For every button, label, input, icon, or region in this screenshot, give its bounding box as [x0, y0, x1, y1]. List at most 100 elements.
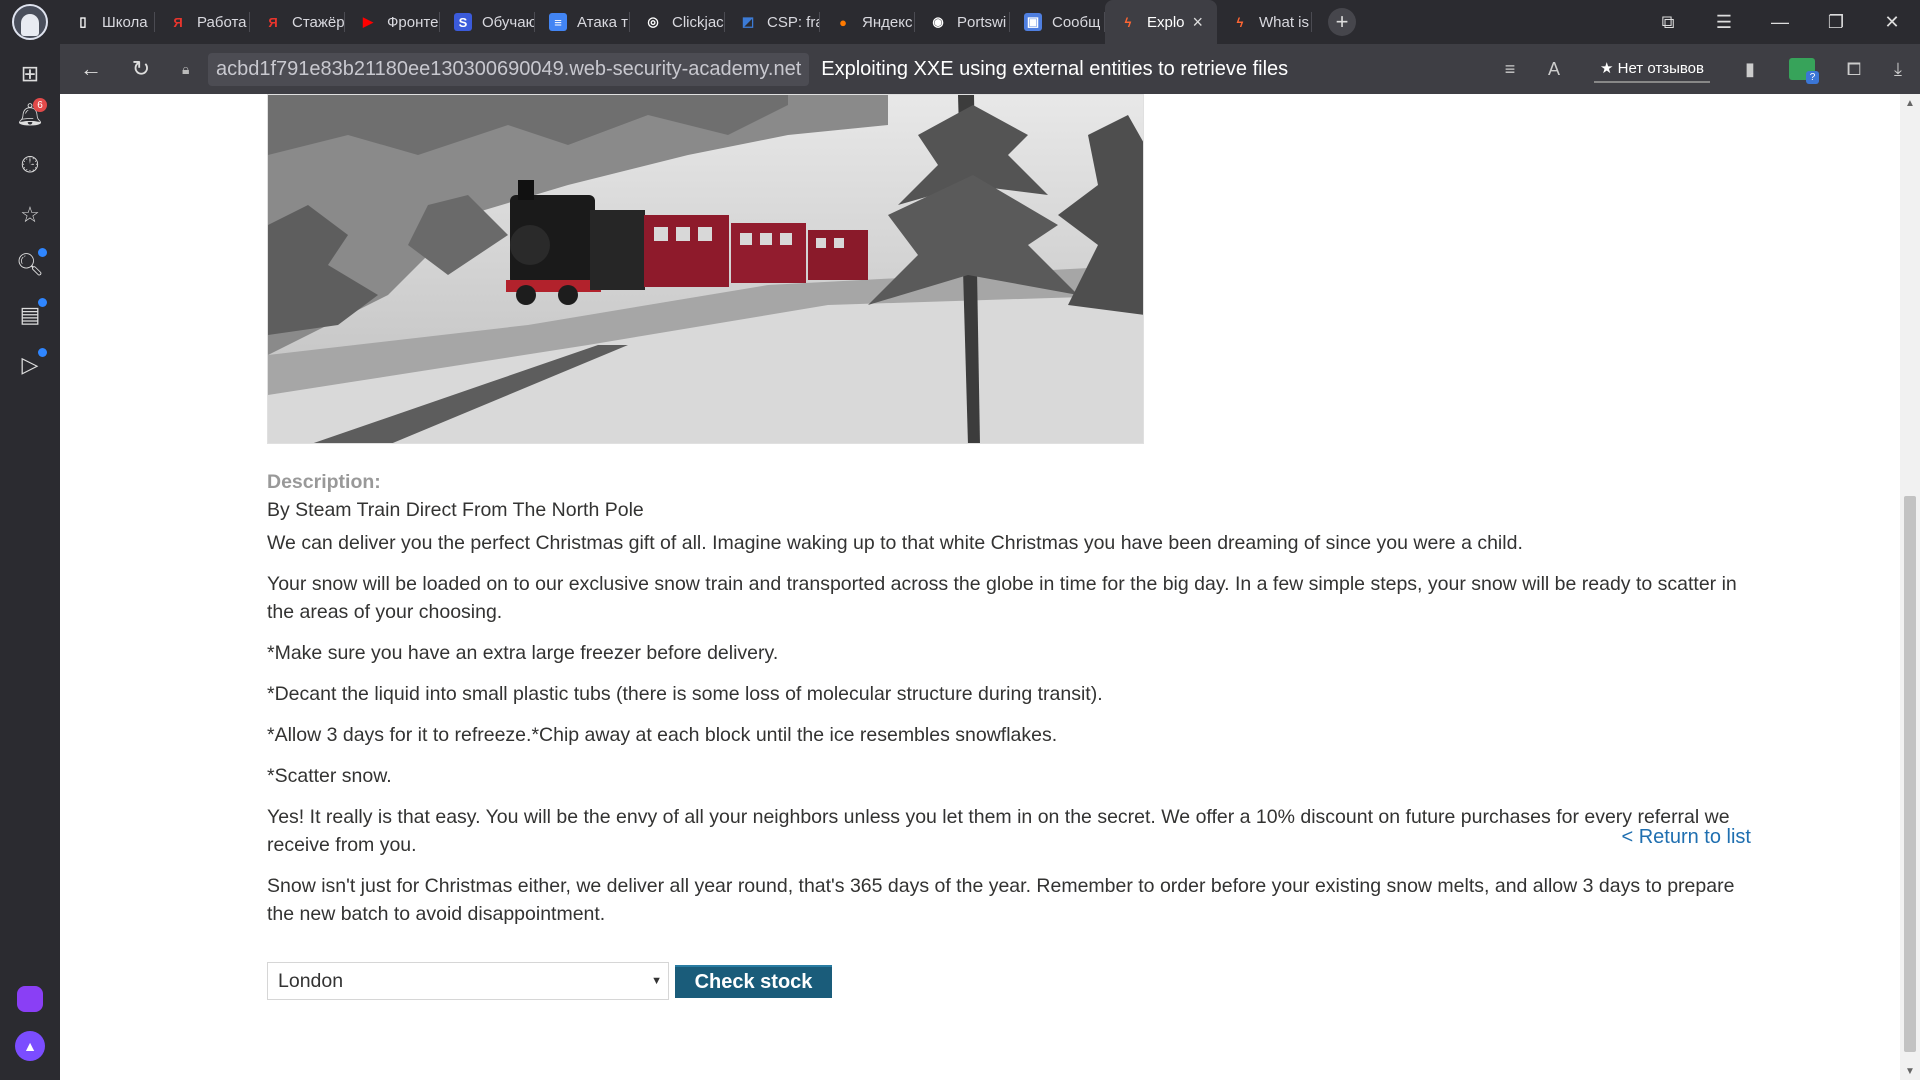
back-button[interactable]: ←: [66, 44, 116, 94]
apps-grid-icon[interactable]: ⊞: [15, 59, 45, 89]
check-stock-button[interactable]: Check stock: [675, 964, 832, 998]
messenger-icon[interactable]: [17, 986, 43, 1012]
description-paragraph: Your snow will be loaded on to our exclu…: [267, 573, 1737, 623]
tabs-overview-icon[interactable]: ⧉: [1640, 0, 1696, 44]
product-image: [267, 94, 1144, 444]
profile-avatar[interactable]: [0, 0, 60, 44]
close-window-button[interactable]: ✕: [1864, 0, 1920, 44]
tab-label: Фронте: [387, 13, 439, 31]
chat-icon: ▣: [1024, 13, 1042, 31]
restore-button[interactable]: ❐: [1808, 0, 1864, 44]
browser-tab[interactable]: Я Работа: [155, 0, 250, 44]
clickjack-icon: ◎: [647, 14, 659, 29]
tab-label: Explo: [1147, 13, 1185, 31]
tab-label: Яндекс: [862, 13, 913, 31]
tab-label: Clickjac: [672, 13, 724, 31]
browser-tab[interactable]: Я Стажёр: [250, 0, 345, 44]
description-paragraph: *Allow 3 days for it to refreeze.*Chip a…: [267, 724, 1058, 746]
reader-mode-icon[interactable]: ≡: [1488, 44, 1532, 94]
address-bar: ← ↻ 🔒︎ acbd1f791e83b21180ee130300690049.…: [60, 44, 1920, 94]
new-tab-button[interactable]: +: [1328, 8, 1356, 36]
browser-tab[interactable]: ϟ What is: [1217, 0, 1312, 44]
stock-check-form: London ▼ Check stock: [267, 962, 1751, 1000]
browser-tab[interactable]: ≡ Атака т: [535, 0, 630, 44]
description-paragraph: By Steam Train Direct From The North Pol…: [267, 499, 644, 521]
scrollbar-thumb[interactable]: [1904, 496, 1916, 1052]
tab-label: Portswi: [957, 13, 1007, 31]
browser-tab[interactable]: ▶ Фронте: [345, 0, 440, 44]
portswigger-icon: ϟ: [1236, 14, 1244, 30]
store-select[interactable]: London ▼: [267, 962, 669, 1000]
tab-label: Стажёр: [292, 13, 345, 31]
browser-tab[interactable]: ● Яндекс: [820, 0, 915, 44]
notification-badge: 6: [33, 98, 47, 112]
browser-tab[interactable]: ▣ Сообщ: [1010, 0, 1105, 44]
browser-tab[interactable]: S Обучаю: [440, 0, 535, 44]
docs-icon: ≡: [549, 13, 567, 31]
reload-button[interactable]: ↻: [116, 44, 166, 94]
tab-label: Школа: [102, 13, 148, 31]
alice-assistant-icon[interactable]: ▲: [15, 1031, 45, 1061]
url-field[interactable]: 🔒︎ acbd1f791e83b21180ee130300690049.web-…: [182, 51, 1288, 87]
reviews-button[interactable]: ★ Нет отзывов: [1594, 55, 1710, 83]
translate-icon[interactable]: A: [1532, 44, 1576, 94]
window-controls: ⧉ ☰ — ❐ ✕: [1640, 0, 1920, 44]
browser-tab[interactable]: ◎ Clickjac: [630, 0, 725, 44]
download-icon[interactable]: ⤓: [1876, 44, 1920, 94]
search-page-icon[interactable]: 🔍︎: [15, 248, 47, 280]
tab-label: Работа: [197, 13, 247, 31]
history-icon[interactable]: 🕒︎: [15, 150, 45, 180]
youtube-icon: ▶: [363, 14, 373, 29]
description-paragraph: *Scatter snow.: [267, 765, 392, 787]
collections-icon[interactable]: ⧠: [1832, 44, 1876, 94]
page-viewport: Description: By Steam Train Direct From …: [60, 94, 1920, 1080]
notifications-icon[interactable]: 🔔︎ 6: [15, 98, 47, 130]
scroll-down-arrow[interactable]: ▼: [1900, 1062, 1920, 1080]
minimize-button[interactable]: —: [1752, 0, 1808, 44]
portswigger-icon: ϟ: [1124, 14, 1132, 30]
collections-sidebar-icon[interactable]: ▤: [15, 298, 47, 330]
description-paragraph: Snow isn't just for Christmas either, we…: [267, 875, 1735, 925]
bookmark-icon[interactable]: ▮: [1728, 44, 1772, 94]
favorites-icon[interactable]: ☆: [15, 200, 45, 230]
browser-tab[interactable]: ◉ Portswi: [915, 0, 1010, 44]
tab-label: CSP: fra: [767, 13, 820, 31]
product-content: Description: By Steam Train Direct From …: [267, 94, 1751, 1000]
yandex-icon: Я: [173, 14, 183, 30]
browser-tab[interactable]: ϟ Explo ×: [1105, 0, 1217, 44]
address-bar-actions: ≡ A ★ Нет отзывов ▮ ⧠ ⤓: [1488, 44, 1920, 94]
description-paragraph: We can deliver you the perfect Christmas…: [267, 532, 1523, 554]
menu-icon[interactable]: ☰: [1696, 0, 1752, 44]
tab-strip: ▯ Школа Я Работа Я Стажёр ▶ Фронте S Обучаю ≡ Атака…: [60, 0, 1312, 44]
description-paragraph: Yes! It really is that easy. You will be…: [267, 806, 1730, 856]
browser-sidebar: ⊞ 🔔︎ 6 🕒︎ ☆ 🔍︎ ▤ ▷ ▲: [0, 44, 60, 1080]
return-to-list-link[interactable]: < Return to list: [1551, 826, 1751, 849]
tab-label: What is: [1259, 13, 1310, 31]
description-paragraph: *Decant the liquid into small plastic tu…: [267, 683, 1103, 705]
extension-icon[interactable]: [1772, 44, 1832, 94]
zen-icon: ●: [839, 14, 847, 30]
tab-label: Обучаю: [482, 13, 535, 31]
page-scrollbar[interactable]: ▲ ▼: [1900, 94, 1920, 1080]
browser-tab-bar: ▯ Школа Я Работа Я Стажёр ▶ Фронте S Обучаю ≡ Атака…: [0, 0, 1920, 44]
url-host[interactable]: acbd1f791e83b21180ee130300690049.web-sec…: [208, 52, 810, 86]
browser-tab[interactable]: ◩ CSP: fra: [725, 0, 820, 44]
page-title: Exploiting XXE using external entities t…: [821, 57, 1289, 80]
description-paragraph: *Make sure you have an extra large freez…: [267, 642, 779, 664]
chevron-down-icon: ▼: [651, 975, 662, 987]
reviews-label: Нет отзывов: [1617, 60, 1704, 77]
video-icon[interactable]: ▷: [15, 348, 47, 380]
scroll-up-arrow[interactable]: ▲: [1900, 94, 1920, 112]
description-label: Description:: [267, 471, 381, 493]
github-icon: ◉: [932, 14, 944, 29]
tab-label: Сообщ: [1052, 13, 1101, 31]
browser-tab[interactable]: ▯ Школа: [60, 0, 155, 44]
csp-icon: ◩: [741, 14, 755, 29]
store-select-value: London: [278, 969, 344, 992]
yandex-icon: Я: [268, 14, 278, 30]
s-icon: S: [454, 13, 472, 31]
close-tab-icon[interactable]: ×: [1192, 12, 1203, 33]
lock-icon: 🔒︎: [182, 60, 190, 77]
tab-label: Атака т: [577, 13, 628, 31]
page-icon: ▯: [79, 14, 87, 29]
